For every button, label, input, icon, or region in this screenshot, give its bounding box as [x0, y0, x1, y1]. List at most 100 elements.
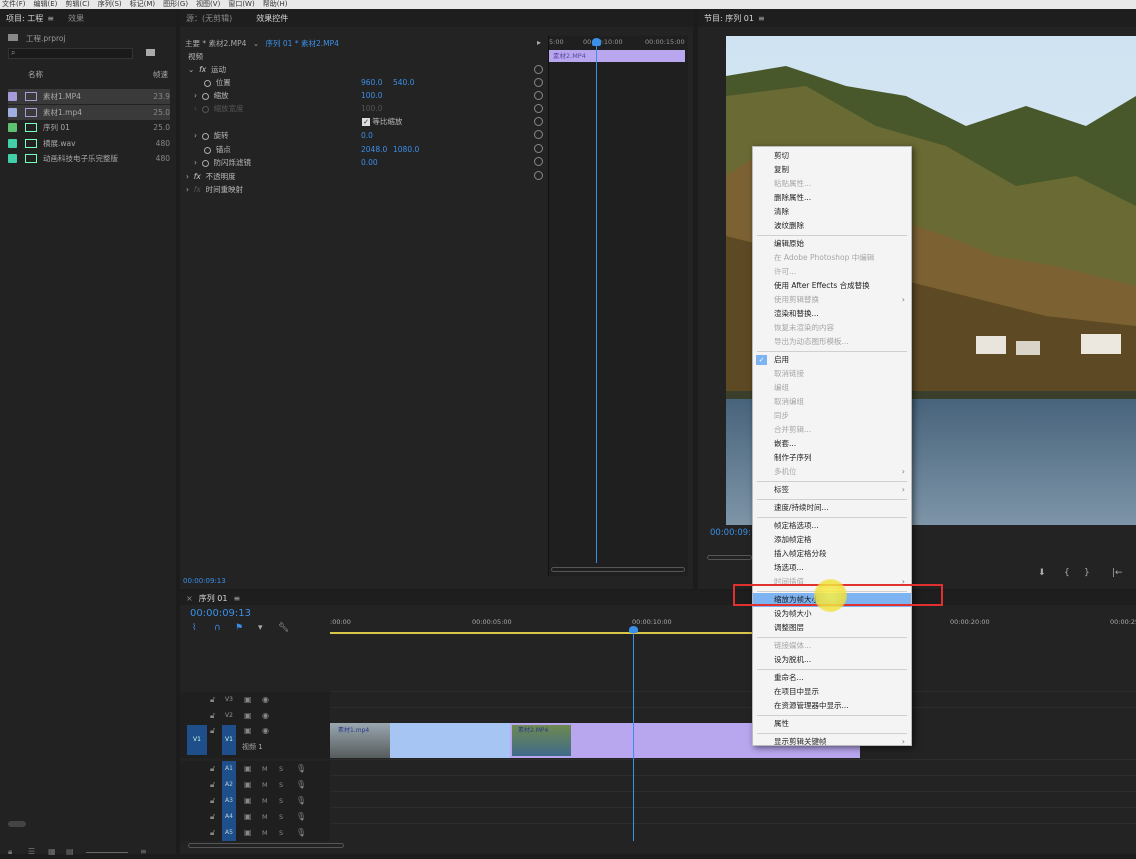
project-item[interactable]: 素材1.mp4 25.0: [8, 104, 170, 120]
tab-menu-icon[interactable]: ≡: [758, 14, 765, 23]
source-patch-v1[interactable]: V1: [187, 725, 207, 755]
chevron-down-icon[interactable]: ⌄: [253, 39, 259, 48]
wrench-icon[interactable]: 🔧︎: [278, 623, 289, 633]
sync-icon[interactable]: ▣: [244, 723, 252, 739]
context-menu-item[interactable]: 设为脱机...: [753, 653, 911, 667]
sync-icon[interactable]: ▣: [244, 777, 252, 793]
position-y[interactable]: 540.0: [393, 76, 414, 89]
breadcrumb-sequence[interactable]: 序列 01 * 素材2.MP4: [266, 39, 339, 48]
motion-row[interactable]: ⌄ fx 运动: [188, 63, 226, 76]
context-menu-item[interactable]: 重命名...: [753, 671, 911, 685]
lock-icon[interactable]: 🔓︎: [210, 809, 215, 825]
label-color-chip[interactable]: [8, 123, 17, 132]
context-menu-item[interactable]: 制作子序列: [753, 451, 911, 465]
stopwatch-icon[interactable]: [201, 159, 209, 167]
sync-icon[interactable]: ▣: [244, 761, 252, 777]
chevron-right-icon[interactable]: ›: [194, 131, 197, 140]
menu-item[interactable]: 序列(S): [98, 0, 122, 9]
context-menu-item[interactable]: 渲染和替换...: [753, 307, 911, 321]
menu-item[interactable]: 剪辑(C): [65, 0, 89, 9]
eye-icon[interactable]: ◉: [262, 723, 269, 739]
program-timecode[interactable]: 00:00:09:1: [710, 528, 756, 538]
track-label[interactable]: V3: [222, 692, 236, 708]
ec-timecode[interactable]: 00:00:09:13: [183, 577, 226, 585]
go-to-in-icon[interactable]: |←: [1112, 568, 1123, 578]
track-label[interactable]: V2: [222, 708, 236, 724]
context-menu-item[interactable]: 属性: [753, 717, 911, 731]
mute-button[interactable]: M: [262, 793, 268, 809]
solo-button[interactable]: S: [279, 761, 283, 777]
nest-icon[interactable]: ⌇: [192, 623, 196, 633]
sync-icon[interactable]: ▣: [244, 692, 252, 708]
anchor-y[interactable]: 1080.0: [393, 143, 419, 156]
context-menu-item[interactable]: 调整图层: [753, 621, 911, 635]
opacity-row[interactable]: › fx 不透明度: [186, 170, 236, 183]
track-target-audio[interactable]: A2: [222, 777, 236, 793]
context-menu-item[interactable]: 复制: [753, 163, 911, 177]
context-menu-item[interactable]: 使用 After Effects 合成替换: [753, 279, 911, 293]
solo-button[interactable]: S: [279, 777, 283, 793]
context-menu-item[interactable]: 在项目中显示: [753, 685, 911, 699]
eye-icon[interactable]: ◉: [262, 708, 269, 724]
context-menu-item[interactable]: 启用 ✓: [753, 353, 911, 367]
sync-icon[interactable]: ▣: [244, 708, 252, 724]
track-target-v1[interactable]: V1: [222, 725, 236, 755]
context-menu-item[interactable]: 剪切: [753, 149, 911, 163]
project-item[interactable]: 序列 01 25.0: [8, 120, 170, 135]
tab-sequence[interactable]: 序列 01: [199, 593, 228, 604]
menu-item[interactable]: 帮助(H): [263, 0, 288, 9]
lock-icon[interactable]: 🔓︎: [210, 723, 215, 739]
microphone-icon[interactable]: 🎙︎: [296, 777, 306, 793]
mute-button[interactable]: M: [262, 809, 268, 825]
menu-item[interactable]: 窗口(W): [228, 0, 254, 9]
sync-icon[interactable]: ▣: [244, 809, 252, 825]
chevron-down-icon[interactable]: ⌄: [188, 65, 194, 74]
tab-menu-icon[interactable]: ≡: [233, 594, 240, 603]
context-menu-item[interactable]: 清除: [753, 205, 911, 219]
col-name[interactable]: 名称: [28, 70, 43, 79]
track-target-audio[interactable]: A1: [222, 761, 236, 777]
track-target-audio[interactable]: A4: [222, 809, 236, 825]
context-menu-item[interactable]: 显示剪辑关键帧 ›: [753, 735, 911, 749]
tab-effect-controls[interactable]: 效果控件: [256, 13, 288, 24]
solo-button[interactable]: S: [279, 809, 283, 825]
tab-menu-icon[interactable]: ≡: [47, 14, 54, 23]
timeline-ruler[interactable]: :00:00 00:00:05:00 00:00:10:00 00:00:20:…: [330, 612, 1136, 634]
microphone-icon[interactable]: 🎙︎: [296, 809, 306, 825]
breadcrumb-master[interactable]: 主要 * 素材2.MP4: [185, 39, 246, 48]
eye-icon[interactable]: ◉: [262, 692, 269, 708]
stopwatch-icon[interactable]: [201, 132, 209, 140]
anchor-x[interactable]: 2048.0: [361, 143, 387, 156]
microphone-icon[interactable]: 🎙︎: [296, 825, 306, 841]
menu-item[interactable]: 标记(M): [130, 0, 156, 9]
project-item[interactable]: 素材1.MP4 23.9: [8, 89, 170, 104]
reset-icon[interactable]: [534, 144, 543, 153]
stopwatch-icon[interactable]: [204, 79, 211, 87]
clip-1[interactable]: 素材1.mp4: [330, 723, 510, 758]
ec-mini-clip[interactable]: 素材2.MP4: [549, 50, 685, 62]
menu-item[interactable]: 图形(G): [163, 0, 188, 9]
timeline-scrollbar[interactable]: [188, 843, 344, 848]
ec-scrollbar[interactable]: [551, 567, 685, 572]
fx-icon[interactable]: fx: [199, 65, 206, 74]
context-menu-item[interactable]: 波纹删除: [753, 219, 911, 233]
mute-button[interactable]: M: [262, 761, 268, 777]
stopwatch-icon[interactable]: [204, 146, 211, 154]
lock-icon[interactable]: 🔓︎: [210, 825, 215, 841]
chevron-right-icon[interactable]: ›: [186, 185, 189, 194]
list-view-icon[interactable]: ☰: [28, 847, 35, 856]
marker-icon[interactable]: ⬇︎: [1038, 568, 1046, 578]
mark-out-icon[interactable]: }: [1084, 568, 1090, 578]
menu-item[interactable]: 文件(F): [2, 0, 26, 9]
microphone-icon[interactable]: 🎙︎: [296, 761, 306, 777]
solo-button[interactable]: S: [279, 825, 283, 841]
fx-icon[interactable]: fx: [194, 172, 201, 181]
rotation-value[interactable]: 0.0: [361, 129, 373, 142]
label-color-chip[interactable]: [8, 138, 17, 148]
reset-icon[interactable]: [534, 171, 543, 180]
context-menu-item[interactable]: 标签 ›: [753, 483, 911, 497]
context-menu-item[interactable]: 帧定格选项...: [753, 519, 911, 533]
tab-source[interactable]: 源：(无剪辑): [186, 13, 232, 24]
timeline-playhead[interactable]: [633, 629, 634, 841]
zoom-slider[interactable]: [86, 852, 128, 853]
